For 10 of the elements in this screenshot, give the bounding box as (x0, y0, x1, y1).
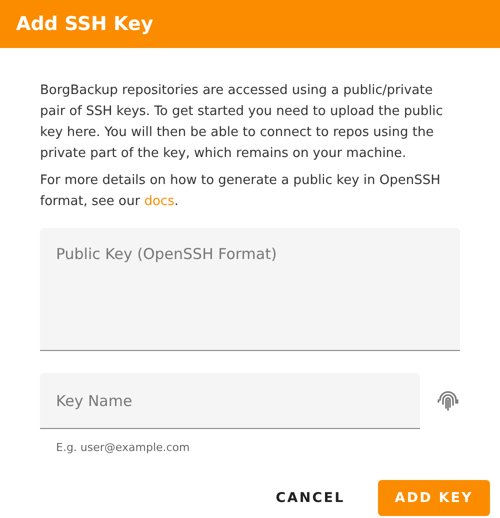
key-name-hint: E.g. user@example.com (55, 440, 191, 456)
docs-link[interactable]: docs (144, 194, 174, 209)
intro-paragraph: BorgBackup repositories are accessed using a public/private pair of SSH keys. To get started you need to upload the public key here. You will then be able to connect to repos using the private part of the key, which remains on your machine. (40, 82, 444, 163)
details-paragraph: For more details on how to generate a public key in OpenSSH format, see our docs. (40, 172, 442, 211)
key-name-field[interactable]: Key Name (40, 373, 420, 429)
add-key-button[interactable]: ADD KEY (378, 480, 490, 516)
fingerprint-icon (436, 389, 460, 413)
cancel-button[interactable]: CANCEL (258, 480, 362, 516)
public-key-field[interactable]: Public Key (OpenSSH Format) (40, 228, 460, 351)
dialog-title: Add SSH Key (16, 12, 154, 37)
